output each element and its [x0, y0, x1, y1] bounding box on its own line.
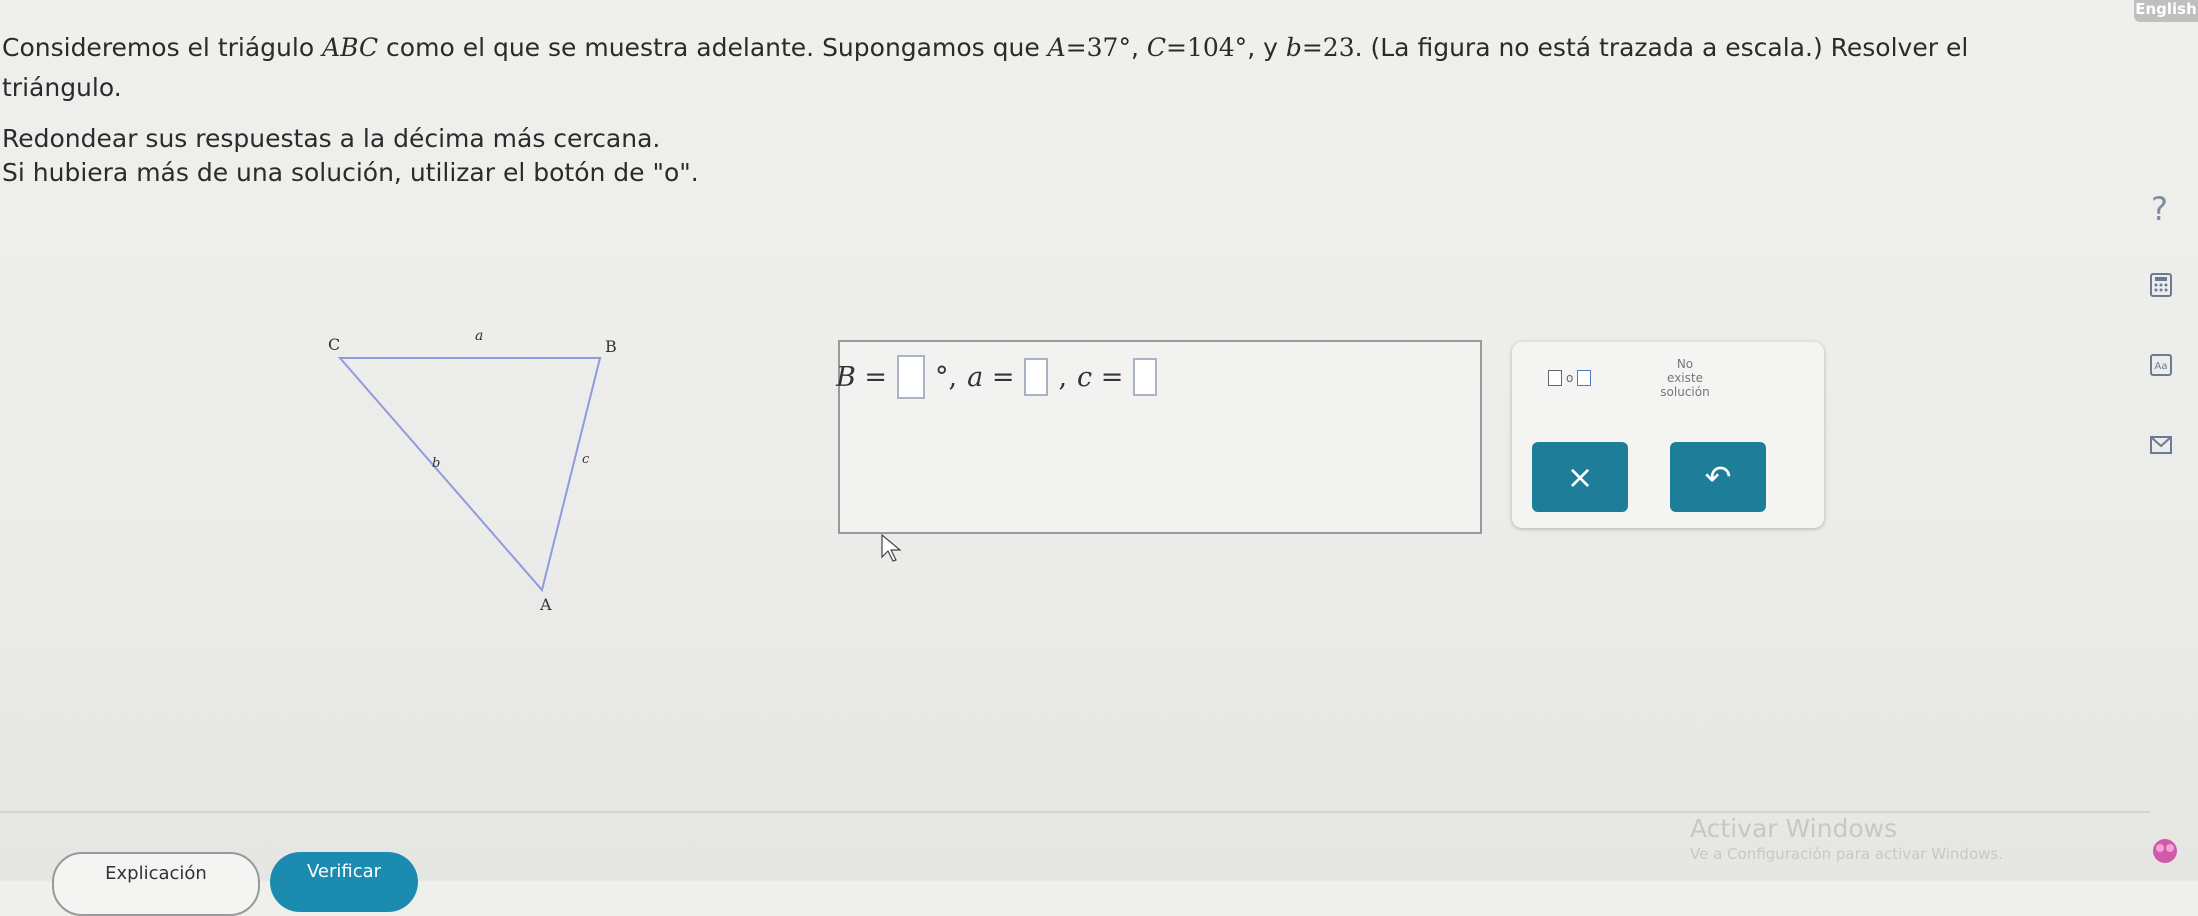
- problem-text: Consideremos el triágulo: [2, 33, 323, 62]
- vertex-b-label: B: [605, 337, 617, 356]
- clear-button[interactable]: ×: [1532, 442, 1628, 512]
- svg-text:Aa: Aa: [2155, 361, 2168, 372]
- undo-button[interactable]: ↶: [1670, 442, 1766, 512]
- b-angle-input[interactable]: [897, 355, 926, 399]
- vertex-a-label: A: [539, 595, 552, 610]
- footer-divider: [0, 811, 2150, 813]
- language-tab[interactable]: English: [2134, 0, 2198, 22]
- or-left-box: [1548, 370, 1562, 386]
- mail-icon[interactable]: [2148, 432, 2174, 458]
- or-right-box: [1577, 370, 1592, 386]
- angle-a-value: =37°: [1065, 33, 1131, 62]
- side-b-label: b: [432, 456, 440, 471]
- separator: ,: [1058, 361, 1068, 393]
- watermark-subtitle: Ve a Configuración para activar Windows.: [1690, 845, 2003, 863]
- instructions: Redondear sus respuestas a la décima más…: [2, 122, 699, 190]
- no-solution-line: No: [1676, 357, 1694, 371]
- vertex-c-label: C: [328, 335, 340, 354]
- no-solution-line: existe: [1667, 371, 1703, 385]
- no-solution-button[interactable]: No existe solución: [1630, 357, 1740, 399]
- help-icon[interactable]: ?: [2151, 190, 2168, 228]
- mouse-cursor-icon: [881, 533, 902, 562]
- triangle-name: ABC: [322, 33, 379, 62]
- b-angle-label: B =: [836, 361, 888, 393]
- angle-a-symbol: A: [1047, 33, 1066, 62]
- a-side-label: a =: [967, 361, 1015, 393]
- windows-activation-watermark: Activar Windows Ve a Configuración para …: [1690, 814, 2003, 864]
- instruction-or-button: Si hubiera más de una solución, utilizar…: [2, 158, 699, 187]
- undo-icon: ↶: [1704, 458, 1732, 496]
- angle-c-symbol: C: [1146, 33, 1167, 62]
- glossary-icon[interactable]: Aa: [2148, 352, 2174, 378]
- problem-statement: Consideremos el triágulo ABC como el que…: [2, 28, 2082, 108]
- answer-line: B = °, a = , c =: [836, 355, 1158, 399]
- triangle-shape: [337, 357, 602, 593]
- c-side-input[interactable]: [1133, 358, 1158, 396]
- separator: , y: [1247, 33, 1286, 62]
- math-tool-pad: o No existe solución × ↶: [1512, 342, 1824, 528]
- separator: ,: [1130, 33, 1147, 62]
- or-label: o: [1566, 371, 1574, 385]
- calculator-icon[interactable]: [2148, 272, 2174, 298]
- close-icon: ×: [1566, 458, 1594, 496]
- explanation-button[interactable]: Explicación: [52, 852, 260, 916]
- degree-separator: °,: [935, 361, 958, 393]
- watermark-title: Activar Windows: [1690, 814, 1898, 843]
- or-button[interactable]: o: [1548, 370, 1592, 386]
- app-icon[interactable]: [2150, 836, 2180, 866]
- side-b-value: =23: [1301, 33, 1355, 62]
- triangle-figure: C B A a b c: [328, 328, 617, 610]
- a-side-input[interactable]: [1024, 358, 1049, 396]
- problem-text: como el que se muestra adelante. Suponga…: [378, 33, 1048, 62]
- side-c-label: c: [582, 452, 590, 467]
- side-b-symbol: b: [1285, 33, 1302, 62]
- no-solution-line: solución: [1660, 385, 1710, 399]
- instruction-rounding: Redondear sus respuestas a la décima más…: [2, 124, 661, 153]
- side-a-label: a: [475, 328, 483, 344]
- c-side-label: c =: [1077, 361, 1124, 393]
- angle-c-value: =104°: [1166, 33, 1248, 62]
- verify-button[interactable]: Verificar: [270, 852, 418, 912]
